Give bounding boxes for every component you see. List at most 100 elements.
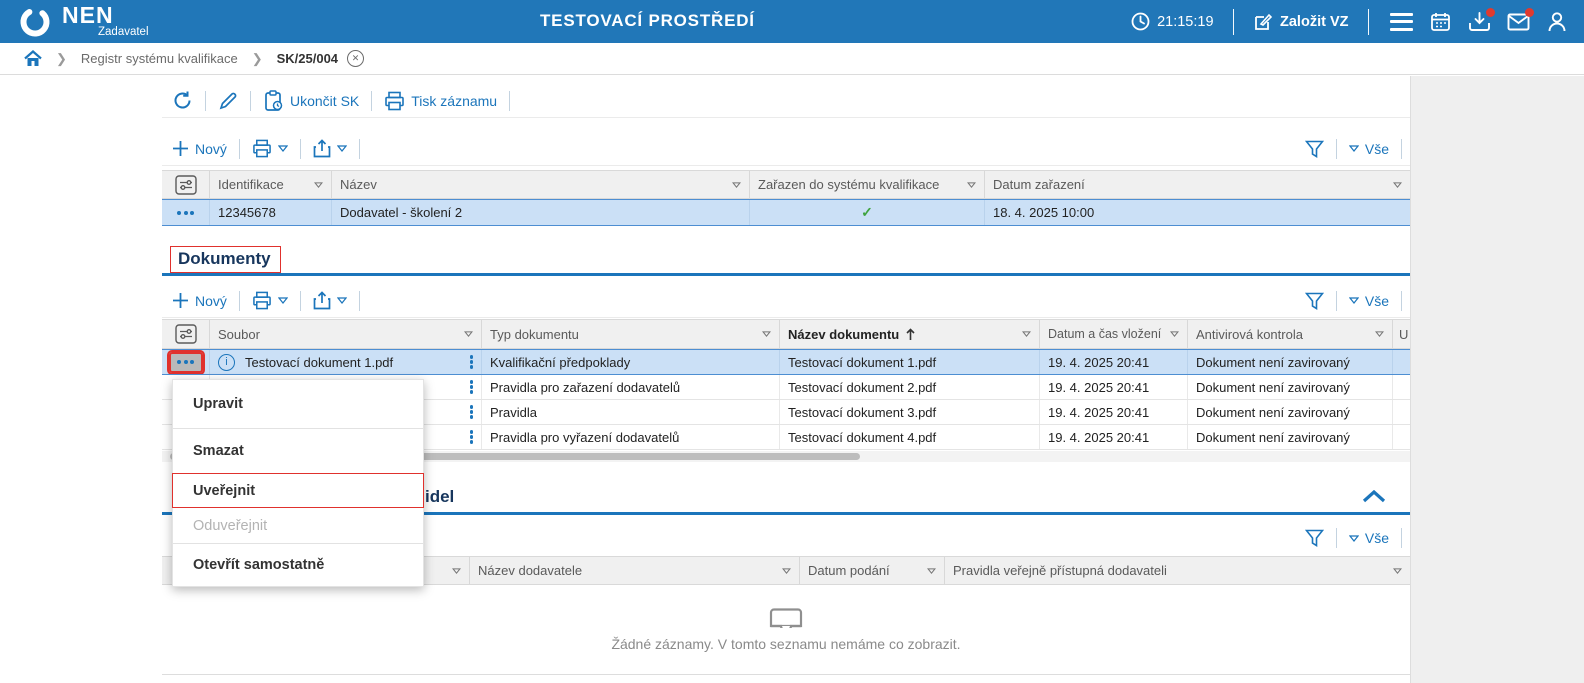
- view-filter-dropdown[interactable]: Vše: [1349, 293, 1389, 309]
- create-vz-button[interactable]: Založit VZ: [1253, 12, 1348, 32]
- column-filter-icon[interactable]: [1393, 182, 1402, 188]
- chevron-right-icon: ❯: [252, 51, 263, 67]
- home-icon[interactable]: [24, 50, 42, 67]
- menu-item-otevrit-samostatne[interactable]: Otevřít samostatně: [173, 544, 423, 586]
- cell-datum: 19. 4. 2025 20:41: [1040, 425, 1188, 449]
- column-filter-icon[interactable]: [782, 568, 791, 574]
- cell-datum: 19. 4. 2025 20:41: [1040, 350, 1188, 374]
- calendar-button[interactable]: [1427, 9, 1453, 35]
- dropdown-triangle-icon[interactable]: [278, 145, 288, 152]
- view-filter-dropdown[interactable]: Vše: [1349, 530, 1389, 546]
- column-filter-icon[interactable]: [1170, 331, 1179, 337]
- column-filter-icon[interactable]: [732, 182, 741, 188]
- row-menu-icon: [177, 211, 194, 215]
- column-settings-icon: [175, 175, 197, 195]
- main-menu-button[interactable]: [1388, 9, 1414, 35]
- edit-record-button[interactable]: [218, 91, 238, 111]
- cell-antivir: Dokument není zavirovaný: [1188, 425, 1393, 449]
- clock-time: 21:15:19: [1157, 14, 1213, 30]
- doc-col-soubor[interactable]: Soubor: [210, 320, 482, 348]
- suppliers-col-pravidla[interactable]: Pravidla veřejně přístupná dodavateli: [945, 557, 1410, 584]
- profile-button[interactable]: [1544, 9, 1570, 35]
- column-filter-icon[interactable]: [1393, 568, 1402, 574]
- qual-col-nazev[interactable]: Název: [332, 171, 750, 198]
- export-icon: [313, 291, 331, 310]
- divider: [359, 139, 360, 159]
- column-filter-icon[interactable]: [452, 568, 461, 574]
- column-filter-icon[interactable]: [927, 568, 936, 574]
- column-filter-icon[interactable]: [464, 331, 473, 337]
- qualification-row[interactable]: 12345678 Dodavatel - školení 2 ✓ 18. 4. …: [162, 199, 1410, 226]
- nen-logo-icon: [18, 5, 52, 39]
- dropdown-triangle-icon[interactable]: [337, 145, 347, 152]
- user-icon: [1547, 11, 1567, 32]
- new-button[interactable]: Nový: [172, 140, 227, 157]
- cell-datum-zarazeni: 18. 4. 2025 10:00: [985, 200, 1410, 225]
- breadcrumb-item-registr[interactable]: Registr systému kvalifikace: [81, 51, 238, 66]
- hamburger-icon: [1390, 13, 1413, 31]
- document-row-1[interactable]: i Testovací dokument 1.pdf Kvalifikační …: [162, 349, 1410, 375]
- menu-item-smazat[interactable]: Smazat: [173, 429, 423, 473]
- suppliers-col-dodavatel[interactable]: Název dodavatele: [470, 557, 800, 584]
- info-icon[interactable]: i: [218, 354, 235, 371]
- dropdown-triangle-icon[interactable]: [337, 297, 347, 304]
- doc-col-antivir[interactable]: Antivirová kontrola: [1188, 320, 1393, 348]
- attachment-menu-icon[interactable]: [470, 405, 474, 419]
- brand-subtitle: Zadavatel: [98, 26, 149, 38]
- column-settings-button[interactable]: [162, 171, 210, 198]
- new-label: Nový: [195, 293, 227, 309]
- doc-col-datum[interactable]: Datum a čas vložení: [1040, 320, 1188, 348]
- doc-col-uverejneno-truncated[interactable]: Uv: [1393, 320, 1410, 348]
- attachment-menu-icon[interactable]: [470, 355, 474, 369]
- qual-col-zarazen[interactable]: Zařazen do systému kvalifikace: [750, 171, 985, 198]
- export-documents-button[interactable]: [313, 291, 347, 310]
- print-list-button[interactable]: [252, 139, 288, 158]
- column-filter-icon[interactable]: [314, 182, 323, 188]
- column-filter-icon[interactable]: [1375, 331, 1384, 337]
- row-menu-button[interactable]: [162, 200, 210, 225]
- cell-uverejneno: [1393, 400, 1410, 424]
- suppliers-empty-state: Žádné záznamy. V tomto seznamu nemáme co…: [162, 585, 1410, 674]
- clock: 21:15:19: [1131, 12, 1213, 31]
- qual-col-datum[interactable]: Datum zařazení: [985, 171, 1410, 198]
- messages-button[interactable]: [1505, 9, 1531, 35]
- menu-item-uverejnit[interactable]: Uveřejnit: [172, 473, 424, 508]
- qualification-list-toolbar: Nový: [162, 132, 1410, 166]
- print-documents-button[interactable]: [252, 291, 288, 310]
- qual-col-identifikace[interactable]: Identifikace: [210, 171, 332, 198]
- divider: [1401, 139, 1402, 159]
- doc-col-nazev-sorted[interactable]: Název dokumentu: [780, 320, 1040, 348]
- cell-nazev: Testovací dokument 1.pdf: [780, 350, 1040, 374]
- print-record-button[interactable]: Tisk záznamu: [384, 91, 497, 111]
- row-menu-button-active[interactable]: [162, 350, 210, 374]
- inbox-notification-badge: [1486, 8, 1495, 17]
- refresh-button[interactable]: [172, 90, 193, 111]
- column-filter-icon[interactable]: [762, 331, 771, 337]
- column-filter-icon[interactable]: [1022, 331, 1031, 337]
- filter-icon[interactable]: [1305, 292, 1324, 310]
- qualification-table-header: Identifikace Název Zařazen do systému kv…: [162, 170, 1410, 199]
- attachment-menu-icon[interactable]: [470, 430, 474, 444]
- divider: [1401, 291, 1402, 311]
- attachment-menu-icon[interactable]: [470, 380, 474, 394]
- cell-nazev: Dodavatel - školení 2: [332, 200, 750, 225]
- dropdown-triangle-icon[interactable]: [278, 297, 288, 304]
- finish-sk-button[interactable]: Ukončit SK: [263, 90, 359, 112]
- menu-item-upravit[interactable]: Upravit: [173, 380, 423, 429]
- filter-icon[interactable]: [1305, 140, 1324, 158]
- close-tab-icon[interactable]: ✕: [347, 50, 364, 67]
- new-document-button[interactable]: Nový: [172, 292, 227, 309]
- cell-soubor: i Testovací dokument 1.pdf: [210, 350, 482, 374]
- divider: [1336, 528, 1337, 548]
- filter-icon[interactable]: [1305, 529, 1324, 547]
- collapse-section-icon[interactable]: [1362, 490, 1386, 503]
- export-button[interactable]: [313, 139, 347, 158]
- nen-logo[interactable]: NEN Zadavatel: [18, 5, 149, 39]
- doc-col-typ[interactable]: Typ dokumentu: [482, 320, 780, 348]
- column-settings-button[interactable]: [162, 320, 210, 348]
- view-filter-label: Vše: [1365, 530, 1389, 546]
- inbox-button[interactable]: [1466, 9, 1492, 35]
- suppliers-col-podani[interactable]: Datum podání: [800, 557, 945, 584]
- column-filter-icon[interactable]: [967, 182, 976, 188]
- view-filter-dropdown[interactable]: Vše: [1349, 141, 1389, 157]
